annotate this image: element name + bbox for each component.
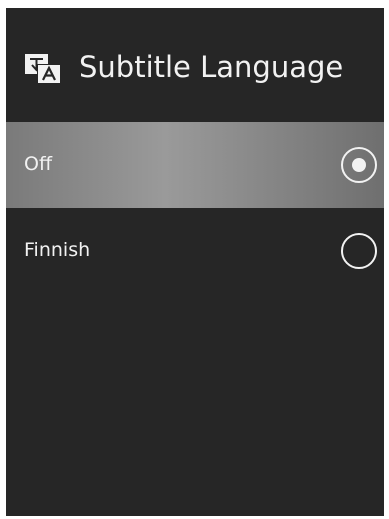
option-label: Finnish	[24, 239, 91, 261]
option-off[interactable]: Off	[6, 122, 384, 208]
radio-selected-icon[interactable]	[340, 146, 378, 184]
option-finnish[interactable]: Finnish	[6, 208, 384, 294]
option-label: Off	[24, 153, 53, 175]
dialog-title: Subtitle Language	[79, 50, 344, 84]
dialog-header: Subtitle Language	[6, 8, 384, 122]
subtitle-language-icon	[24, 53, 62, 85]
subtitle-language-dialog: Subtitle Language Off Finnish	[6, 8, 384, 516]
radio-unselected-icon[interactable]	[340, 232, 378, 270]
